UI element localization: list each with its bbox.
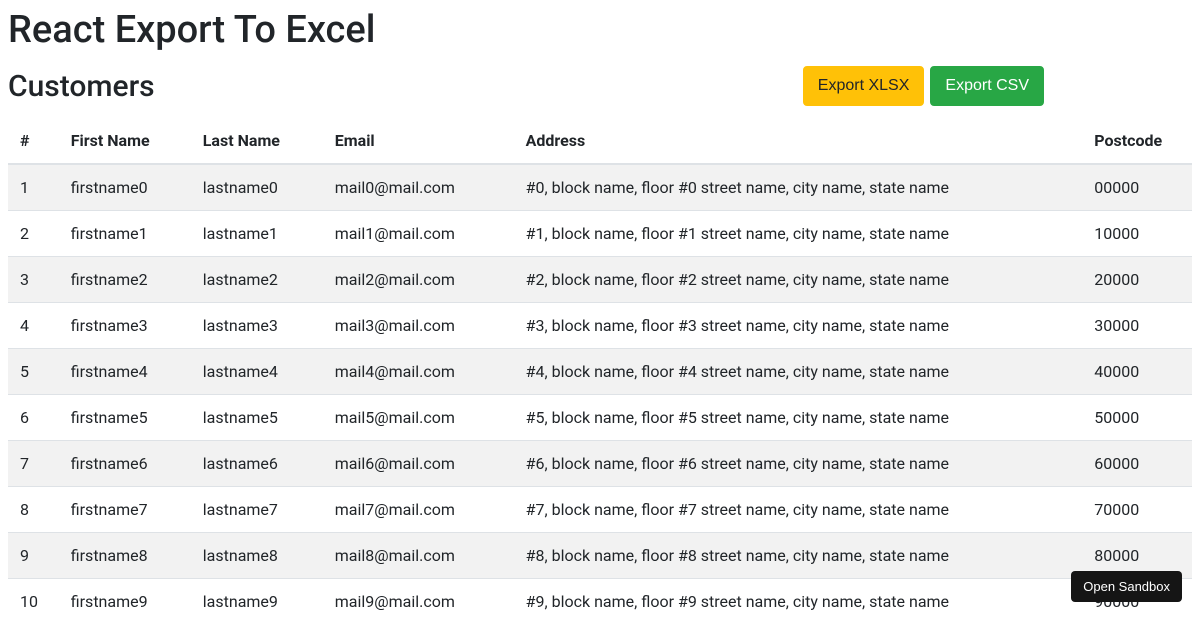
header-email: Email — [323, 118, 514, 164]
cell-email: mail2@mail.com — [323, 257, 514, 303]
cell-index: 2 — [8, 211, 59, 257]
cell-postcode: 30000 — [1082, 303, 1192, 349]
cell-email: mail4@mail.com — [323, 349, 514, 395]
cell-postcode: 40000 — [1082, 349, 1192, 395]
cell-postcode: 50000 — [1082, 395, 1192, 441]
header-last-name: Last Name — [191, 118, 323, 164]
header-address: Address — [514, 118, 1083, 164]
table-row: 4firstname3lastname3mail3@mail.com#3, bl… — [8, 303, 1192, 349]
export-csv-button[interactable]: Export CSV — [930, 66, 1044, 106]
cell-address: #4, block name, floor #4 street name, ci… — [514, 349, 1083, 395]
cell-email: mail9@mail.com — [323, 579, 514, 625]
cell-address: #0, block name, floor #0 street name, ci… — [514, 164, 1083, 211]
cell-postcode: 10000 — [1082, 211, 1192, 257]
cell-index: 10 — [8, 579, 59, 625]
cell-index: 5 — [8, 349, 59, 395]
cell-index: 8 — [8, 487, 59, 533]
cell-email: mail8@mail.com — [323, 533, 514, 579]
header-postcode: Postcode — [1082, 118, 1192, 164]
cell-email: mail7@mail.com — [323, 487, 514, 533]
cell-first-name: firstname9 — [59, 579, 191, 625]
cell-address: #3, block name, floor #3 street name, ci… — [514, 303, 1083, 349]
cell-address: #6, block name, floor #6 street name, ci… — [514, 441, 1083, 487]
cell-email: mail6@mail.com — [323, 441, 514, 487]
section-title: Customers — [8, 69, 155, 104]
open-sandbox-button[interactable]: Open Sandbox — [1071, 571, 1182, 602]
cell-address: #7, block name, floor #7 street name, ci… — [514, 487, 1083, 533]
cell-postcode: 00000 — [1082, 164, 1192, 211]
cell-index: 6 — [8, 395, 59, 441]
cell-address: #5, block name, floor #5 street name, ci… — [514, 395, 1083, 441]
export-buttons: Export XLSX Export CSV — [803, 66, 1192, 106]
cell-address: #9, block name, floor #9 street name, ci… — [514, 579, 1083, 625]
table-row: 1firstname0lastname0mail0@mail.com#0, bl… — [8, 164, 1192, 211]
header-first-name: First Name — [59, 118, 191, 164]
table-header-row: # First Name Last Name Email Address Pos… — [8, 118, 1192, 164]
cell-first-name: firstname7 — [59, 487, 191, 533]
cell-index: 1 — [8, 164, 59, 211]
table-row: 2firstname1lastname1mail1@mail.com#1, bl… — [8, 211, 1192, 257]
table-row: 3firstname2lastname2mail2@mail.com#2, bl… — [8, 257, 1192, 303]
table-row: 8firstname7lastname7mail7@mail.com#7, bl… — [8, 487, 1192, 533]
cell-last-name: lastname8 — [191, 533, 323, 579]
cell-index: 9 — [8, 533, 59, 579]
header-index: # — [8, 118, 59, 164]
table-row: 10firstname9lastname9mail9@mail.com#9, b… — [8, 579, 1192, 625]
cell-first-name: firstname2 — [59, 257, 191, 303]
cell-first-name: firstname6 — [59, 441, 191, 487]
cell-address: #1, block name, floor #1 street name, ci… — [514, 211, 1083, 257]
section-header: Customers Export XLSX Export CSV — [8, 66, 1192, 106]
cell-email: mail1@mail.com — [323, 211, 514, 257]
cell-email: mail3@mail.com — [323, 303, 514, 349]
cell-last-name: lastname5 — [191, 395, 323, 441]
table-row: 9firstname8lastname8mail8@mail.com#8, bl… — [8, 533, 1192, 579]
cell-index: 3 — [8, 257, 59, 303]
cell-first-name: firstname3 — [59, 303, 191, 349]
cell-email: mail0@mail.com — [323, 164, 514, 211]
cell-address: #8, block name, floor #8 street name, ci… — [514, 533, 1083, 579]
cell-last-name: lastname9 — [191, 579, 323, 625]
cell-last-name: lastname4 — [191, 349, 323, 395]
cell-email: mail5@mail.com — [323, 395, 514, 441]
cell-last-name: lastname1 — [191, 211, 323, 257]
customers-table: # First Name Last Name Email Address Pos… — [8, 118, 1192, 624]
cell-last-name: lastname2 — [191, 257, 323, 303]
page-title: React Export To Excel — [8, 8, 1192, 52]
cell-first-name: firstname0 — [59, 164, 191, 211]
cell-index: 7 — [8, 441, 59, 487]
cell-postcode: 70000 — [1082, 487, 1192, 533]
cell-first-name: firstname5 — [59, 395, 191, 441]
cell-last-name: lastname6 — [191, 441, 323, 487]
table-row: 7firstname6lastname6mail6@mail.com#6, bl… — [8, 441, 1192, 487]
cell-last-name: lastname7 — [191, 487, 323, 533]
cell-index: 4 — [8, 303, 59, 349]
cell-last-name: lastname3 — [191, 303, 323, 349]
table-row: 5firstname4lastname4mail4@mail.com#4, bl… — [8, 349, 1192, 395]
cell-first-name: firstname1 — [59, 211, 191, 257]
cell-first-name: firstname4 — [59, 349, 191, 395]
cell-address: #2, block name, floor #2 street name, ci… — [514, 257, 1083, 303]
export-xlsx-button[interactable]: Export XLSX — [803, 66, 925, 106]
cell-last-name: lastname0 — [191, 164, 323, 211]
cell-first-name: firstname8 — [59, 533, 191, 579]
cell-postcode: 60000 — [1082, 441, 1192, 487]
table-row: 6firstname5lastname5mail5@mail.com#5, bl… — [8, 395, 1192, 441]
cell-postcode: 20000 — [1082, 257, 1192, 303]
